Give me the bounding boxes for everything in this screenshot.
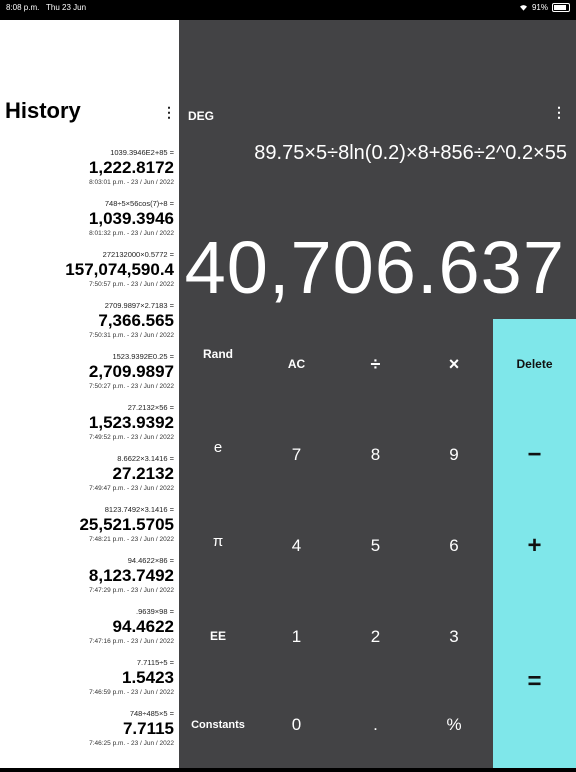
key-6[interactable]: 6 (415, 500, 493, 591)
history-timestamp: 7:47:29 p.m. - 23 / Jun / 2022 (89, 587, 174, 594)
history-item[interactable]: 272132000×0.5772 = 157,074,590.4 7:50:57 p… (0, 250, 179, 301)
angle-mode-toggle[interactable]: DEG (188, 109, 214, 123)
battery-percent: 91% (531, 3, 548, 12)
pi-button[interactable]: π (179, 500, 257, 582)
history-timestamp: 7:49:47 p.m. - 23 / Jun / 2022 (89, 485, 174, 492)
keypad: Rand AC ÷ × Delete e 7 8 9 − π 4 5 6 + E… (179, 319, 576, 768)
equals-button[interactable]: = (493, 591, 576, 772)
history-item[interactable]: .9639×98 = 94.4622 7:47:16 p.m. - 23 / Jun… (0, 607, 179, 658)
calculator-menu-button[interactable]: ⋮ (552, 104, 566, 121)
key-3[interactable]: 3 (415, 591, 493, 682)
history-expression: 27.2132×56 = (127, 403, 174, 412)
ee-button[interactable]: EE (179, 591, 257, 681)
multiply-button[interactable]: × (415, 319, 493, 409)
constants-button[interactable]: Constants (179, 681, 257, 768)
battery-icon (552, 3, 570, 12)
history-timestamp: 7:46:25 p.m. - 23 / Jun / 2022 (89, 740, 174, 747)
history-timestamp: 7:50:57 p.m. - 23 / Jun / 2022 (89, 281, 174, 288)
history-expression: 1523.9392E0.25 = (112, 352, 174, 361)
wifi-icon (519, 5, 527, 11)
key-2[interactable]: 2 (336, 591, 415, 682)
history-expression: .9639×98 = (136, 607, 174, 616)
key-7[interactable]: 7 (257, 409, 336, 500)
history-expression: 94.4622×86 = (127, 556, 174, 565)
key-8[interactable]: 8 (336, 409, 415, 500)
history-result: 94.4622 (112, 617, 174, 636)
history-timestamp: 7:50:31 p.m. - 23 / Jun / 2022 (89, 332, 174, 339)
history-result: 1,523.9392 (88, 413, 174, 432)
history-item[interactable]: 8.6622×3.1416 = 27.2132 7:49:47 p.m. - 23 … (0, 454, 179, 505)
clear-button[interactable]: AC (257, 319, 336, 409)
history-menu-button[interactable]: ⋮ (162, 104, 176, 121)
history-result: 7.7115 (122, 719, 174, 738)
history-result: 1.5423 (122, 668, 174, 687)
key-0[interactable]: 0 (257, 682, 336, 768)
history-timestamp: 7:46:59 p.m. - 23 / Jun / 2022 (89, 689, 174, 696)
history-expression: 1039.3946E2+85 = (110, 148, 174, 157)
history-result: 1,039.3946 (88, 209, 174, 228)
percent-button[interactable]: % (415, 682, 493, 768)
history-item[interactable]: 7.7115÷5 = 1.5423 7:46:59 p.m. - 23 / Jun … (0, 658, 179, 709)
history-expression: 748÷485×5 = (129, 709, 174, 718)
decimal-button[interactable]: . (336, 682, 415, 768)
key-5[interactable]: 5 (336, 500, 415, 591)
plus-button[interactable]: + (493, 500, 576, 591)
history-item[interactable]: 8123.7492×3.1416 = 25,521.5705 7:48:21 p.m… (0, 505, 179, 556)
history-expression: 7.7115÷5 = (136, 658, 174, 667)
expression-display: 89.75×5÷8ln(0.2)×8+856÷2^0.2×55 (254, 142, 567, 164)
divide-button[interactable]: ÷ (336, 319, 415, 409)
history-item[interactable]: 94.4622×86 = 8,123.7492 7:47:29 p.m. - 23 … (0, 556, 179, 607)
history-item[interactable]: 2709.9897×2.7183 = 7,366.565 7:50:31 p.m. … (0, 301, 179, 352)
status-right: 91% (519, 3, 570, 12)
history-result: 1,222.8172 (88, 158, 174, 177)
history-timestamp: 7:49:52 p.m. - 23 / Jun / 2022 (89, 434, 174, 441)
minus-button[interactable]: − (493, 409, 576, 500)
history-result: 2,709.9897 (88, 362, 174, 381)
history-item[interactable]: 1523.9392E0.25 = 2,709.9897 7:50:27 p.m. -… (0, 352, 179, 403)
history-expression: 748÷5×56cos(7)÷8 = (104, 199, 174, 208)
status-time: 8:08 p.m. Thu 23 Jun (6, 3, 87, 12)
history-timestamp: 7:48:21 p.m. - 23 / Jun / 2022 (89, 536, 174, 543)
history-expression: 2709.9897×2.7183 = (104, 301, 174, 310)
history-result: 157,074,590.4 (65, 260, 174, 279)
history-result: 25,521.5705 (79, 515, 174, 534)
key-1[interactable]: 1 (257, 591, 336, 682)
history-panel: History ⋮ 1039.3946E2+85 = 1,222.8172 8:03… (0, 20, 179, 768)
history-item[interactable]: 748÷5×56cos(7)÷8 = 1,039.3946 8:01:32 p.m.… (0, 199, 179, 250)
history-timestamp: 8:03:01 p.m. - 23 / Jun / 2022 (89, 179, 174, 186)
history-expression: 272132000×0.5772 = (102, 250, 174, 259)
history-timestamp: 7:50:27 p.m. - 23 / Jun / 2022 (89, 383, 174, 390)
delete-button[interactable]: Delete (493, 319, 576, 409)
key-9[interactable]: 9 (415, 409, 493, 500)
euler-button[interactable]: e (179, 409, 257, 486)
rand-button[interactable]: Rand (179, 319, 257, 389)
history-title: History (5, 98, 81, 123)
history-list: 1039.3946E2+85 = 1,222.8172 8:03:01 p.m. -… (0, 148, 179, 760)
history-result: 27.2132 (112, 464, 174, 483)
key-4[interactable]: 4 (257, 500, 336, 591)
history-item[interactable]: 1039.3946E2+85 = 1,222.8172 8:03:01 p.m. -… (0, 148, 179, 199)
history-expression: 8123.7492×3.1416 = (104, 505, 174, 514)
history-item[interactable]: 27.2132×56 = 1,523.9392 7:49:52 p.m. - 23 … (0, 403, 179, 454)
history-result: 7,366.565 (98, 311, 174, 330)
history-timestamp: 8:01:32 p.m. - 23 / Jun / 2022 (89, 230, 174, 237)
calculator-panel: DEG ⋮ 89.75×5÷8ln(0.2)×8+856÷2^0.2×55 40… (179, 20, 576, 768)
result-display: 40,706.637 (184, 226, 565, 309)
status-bar: 8:08 p.m. Thu 23 Jun 91% (0, 0, 576, 20)
history-item[interactable]: 748÷485×5 = 7.7115 7:46:25 p.m. - 23 / Jun… (0, 709, 179, 760)
history-expression: 8.6622×3.1416 = (117, 454, 174, 463)
history-timestamp: 7:47:16 p.m. - 23 / Jun / 2022 (89, 638, 174, 645)
history-result: 8,123.7492 (88, 566, 174, 585)
